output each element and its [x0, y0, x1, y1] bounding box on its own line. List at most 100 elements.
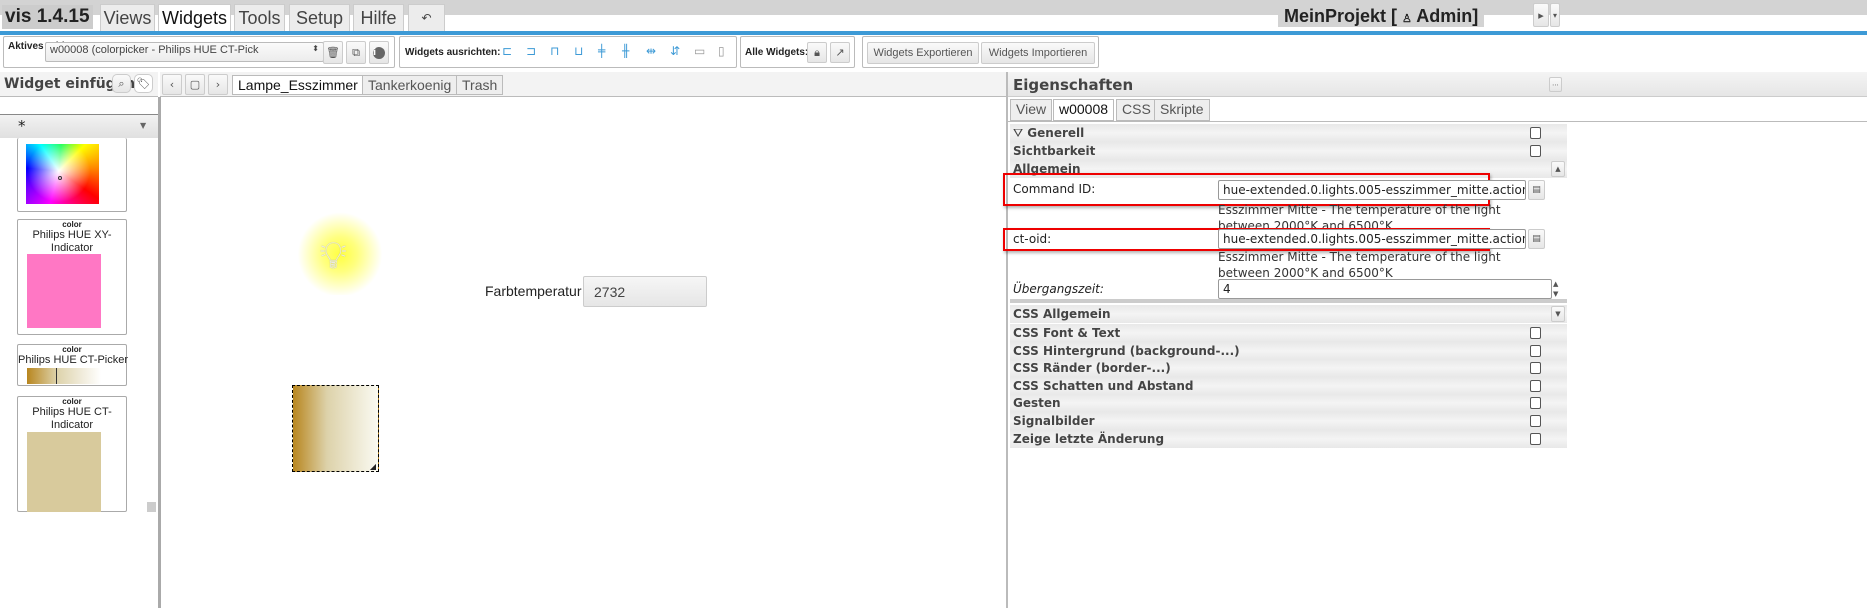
group-label: CSS Font & Text [1013, 326, 1121, 340]
group-last-change[interactable]: Zeige letzte Änderung [1010, 430, 1567, 448]
filter-icon[interactable]: ⛛ [1013, 126, 1023, 140]
group-css-border[interactable]: CSS Ränder (border-...) [1010, 359, 1567, 377]
view-tab-tankerkoenig[interactable]: Tankerkoenig [362, 75, 458, 95]
info-icon: i [373, 46, 385, 59]
app-title: vis 1.4.15 [2, 5, 93, 29]
filter-value: * [18, 117, 26, 135]
checkbox[interactable] [1530, 127, 1541, 139]
align-center-h-icon[interactable]: ╫ [622, 44, 640, 58]
play-dropdown[interactable]: ▾ [1550, 3, 1560, 27]
lock-icon: 🔒︎ [814, 45, 820, 59]
import-widgets-button[interactable]: Widgets Importieren [981, 42, 1095, 64]
group-css-background[interactable]: CSS Hintergrund (background-...) [1010, 342, 1567, 360]
align-bottom-icon[interactable]: ⊔ [574, 44, 592, 58]
group-label: Generell [1027, 126, 1085, 140]
filter-select[interactable]: * ▼ [0, 114, 158, 138]
widget-card-ct-picker[interactable]: color Philips HUE CT-Picker [17, 344, 128, 386]
command-id-select-button[interactable]: ▤ [1528, 180, 1545, 200]
sidebar-scrollbar[interactable] [147, 502, 156, 512]
group-css-shadow[interactable]: CSS Schatten und Abstand [1010, 377, 1567, 395]
checkbox[interactable] [1530, 362, 1541, 374]
checkbox[interactable] [1530, 327, 1541, 339]
card-category: color [62, 345, 82, 354]
chevron-right-icon: › [215, 78, 221, 91]
view-clipboard-button[interactable]: ▢ [185, 74, 205, 95]
align-center-v-icon[interactable]: ╪ [598, 44, 616, 58]
group-label: CSS Ränder (border-...) [1013, 361, 1171, 375]
project-name: MeinProjekt [ [1284, 6, 1398, 26]
prev-view-button[interactable]: ‹ [162, 74, 182, 95]
group-css-font[interactable]: CSS Font & Text [1010, 324, 1567, 342]
prop-tab-view[interactable]: View [1010, 99, 1053, 121]
resize-handle-icon[interactable]: ◢ [370, 462, 376, 471]
info-button[interactable]: i [369, 41, 389, 64]
lock-button[interactable]: 🔒︎ [807, 42, 827, 63]
view-tab-trash[interactable]: Trash [456, 75, 504, 95]
color-temp-value: 2732 [583, 276, 707, 307]
prop-tab-skripte[interactable]: Skripte [1154, 99, 1210, 121]
tab-widgets[interactable]: Widgets [158, 4, 231, 31]
view-tab-lampe-esszimmer[interactable]: Lampe_Esszimmer [232, 75, 364, 95]
clipboard-icon: ▢ [189, 78, 201, 91]
group-signalbilder[interactable]: Signalbilder [1010, 412, 1567, 430]
search-icon: ⌕ [118, 76, 125, 90]
ct-oid-description: Esszimmer Mitte - The temperature of the… [1218, 250, 1501, 280]
widget-card-xy-indicator[interactable]: color Philips HUE XY-Indicator [17, 219, 127, 335]
trash-icon: 🗑 [326, 46, 340, 59]
properties-splitter[interactable] [1006, 72, 1008, 608]
group-label: CSS Hintergrund (background-...) [1013, 344, 1240, 358]
tab-views[interactable]: Views [100, 4, 155, 31]
project-title: MeinProjekt [ ♙ Admin] [1278, 5, 1485, 27]
group-generell[interactable]: ⛛ Generell [1010, 124, 1567, 142]
align-right-icon[interactable]: ⊐ [526, 44, 544, 58]
chevron-left-icon: ‹ [169, 78, 175, 91]
transition-spinner[interactable]: ▲ ▼ [1553, 279, 1565, 299]
align-group: Widgets ausrichten: ⊏ ⊐ ⊓ ⊔ ╪ ╫ ⇹ ⇵ ▭ ▯ [399, 36, 737, 68]
tag-button[interactable]: 🏷︎ [134, 74, 153, 93]
transition-input[interactable]: 4 [1218, 279, 1552, 299]
checkbox[interactable] [1530, 397, 1541, 409]
group-sichtbarkeit[interactable]: Sichtbarkeit [1010, 142, 1567, 160]
collapse-button[interactable]: ⋯ [1549, 77, 1562, 92]
group-gesten[interactable]: Gesten [1010, 394, 1567, 412]
checkbox[interactable] [1530, 145, 1541, 157]
expand-icon: ▼ [1551, 306, 1565, 322]
export-widgets-button[interactable]: Widgets Exportieren [867, 42, 979, 64]
copy-icon: ⧉ [352, 45, 360, 59]
widget-card-ct-indicator[interactable]: color Philips HUE CT-Indicator [17, 396, 127, 512]
same-width-icon[interactable]: ▭ [694, 44, 712, 58]
align-buttons: ⊏ ⊐ ⊓ ⊔ ╪ ╫ ⇹ ⇵ ▭ ▯ [502, 44, 736, 58]
active-widget-select[interactable]: w00008 (colorpicker - Philips HUE CT-Pic… [45, 42, 324, 62]
play-button[interactable]: ▸ [1533, 3, 1549, 27]
export-group: Widgets Exportieren Widgets Importieren [862, 36, 1099, 68]
checkbox[interactable] [1530, 380, 1541, 392]
tab-setup[interactable]: Setup [289, 4, 350, 31]
ct-oid-input[interactable]: hue-extended.0.lights.005-esszimmer_mitt… [1218, 229, 1526, 249]
delete-widget-button[interactable]: 🗑 [323, 41, 343, 64]
same-height-icon[interactable]: ▯ [718, 44, 736, 58]
properties-title: Eigenschaften [1013, 76, 1134, 94]
next-view-button[interactable]: › [208, 74, 228, 95]
checkbox[interactable] [1530, 415, 1541, 427]
distribute-v-icon[interactable]: ⇵ [670, 44, 688, 58]
copy-widget-button[interactable]: ⧉ [346, 41, 366, 64]
tab-tools[interactable]: Tools [234, 4, 285, 31]
undo-button[interactable]: ↶ [408, 4, 445, 31]
sidebar-splitter[interactable] [158, 97, 161, 608]
widget-card-xy-picker[interactable] [17, 138, 127, 212]
prop-tab-w00008[interactable]: w00008 [1053, 99, 1115, 121]
align-top-icon[interactable]: ⊓ [550, 44, 568, 58]
distribute-h-icon[interactable]: ⇹ [646, 44, 664, 58]
align-left-icon[interactable]: ⊏ [502, 44, 520, 58]
group-css-allgemein[interactable]: CSS Allgemein ▼ [1010, 305, 1567, 323]
checkbox[interactable] [1530, 433, 1541, 445]
ct-picker-widget[interactable]: ◢ [292, 385, 379, 472]
expand-button[interactable]: ↗ [830, 42, 850, 63]
ct-oid-select-button[interactable]: ▤ [1528, 229, 1545, 249]
command-id-input[interactable]: hue-extended.0.lights.005-esszimmer_mitt… [1218, 180, 1526, 200]
search-button[interactable]: ⌕ [112, 74, 131, 93]
prop-tab-css[interactable]: CSS [1116, 99, 1157, 121]
tab-hilfe[interactable]: Hilfe [353, 4, 404, 31]
checkbox[interactable] [1530, 345, 1541, 357]
lightbulb-widget[interactable]: 💡︎ [290, 205, 390, 295]
